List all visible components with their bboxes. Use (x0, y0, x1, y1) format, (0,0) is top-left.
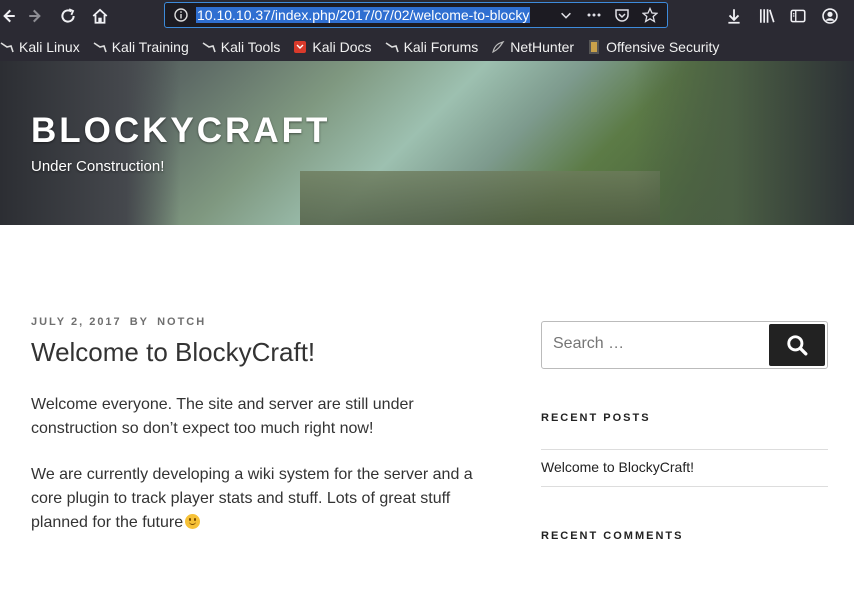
post-paragraph-text: Welcome everyone. The site and server ar… (31, 396, 414, 437)
kali-docs-icon (293, 40, 307, 54)
forward-arrow-icon (29, 9, 41, 23)
kali-dragon-icon (93, 40, 107, 54)
search-icon (787, 335, 808, 356)
reload-icon (61, 8, 75, 23)
bookmark-kali-forums[interactable]: Kali Forums (385, 39, 479, 55)
account-icon (822, 8, 838, 24)
post-paragraph-text: We are currently developing a wiki syste… (31, 466, 473, 531)
bookmark-kali-training[interactable]: Kali Training (93, 39, 189, 55)
search-input[interactable] (553, 335, 753, 353)
bookmark-label: Kali Tools (220, 39, 281, 55)
post-content: Welcome everyone. The site and server ar… (31, 393, 501, 557)
kali-dragon-icon (202, 40, 216, 54)
library-button[interactable] (755, 4, 779, 28)
smiley-emoji-icon (185, 514, 201, 529)
header-image-ground (300, 171, 660, 225)
url-bar[interactable]: 10.10.10.37/index.php/2017/07/02/welcome… (164, 2, 668, 28)
site-header: BLOCKYCRAFT Under Construction! (0, 61, 854, 225)
reload-button[interactable] (56, 4, 80, 28)
search-form (541, 321, 828, 369)
bookmark-offensive-security[interactable]: Offensive Security (587, 39, 719, 55)
nethunter-icon (491, 40, 505, 54)
bookmark-kali-linux[interactable]: Kali Linux (0, 39, 80, 55)
header-image-cliff (634, 61, 854, 225)
site-description: Under Construction! (31, 158, 165, 175)
download-icon (728, 9, 740, 24)
offsec-icon (587, 40, 601, 54)
browser-chrome: 10.10.10.37/index.php/2017/07/02/welcome… (0, 0, 854, 61)
bookmark-kali-tools[interactable]: Kali Tools (202, 39, 281, 55)
sidebar-icon (790, 9, 806, 23)
url-text[interactable]: 10.10.10.37/index.php/2017/07/02/welcome… (196, 7, 531, 23)
bookmark-label: Kali Training (111, 39, 189, 55)
library-icon (759, 9, 775, 23)
page-actions-icon[interactable] (585, 6, 603, 24)
bookmark-kali-docs[interactable]: Kali Docs (293, 39, 372, 55)
recent-posts-heading: RECENT POSTS (541, 412, 651, 424)
search-button[interactable] (769, 324, 825, 366)
site-title[interactable]: BLOCKYCRAFT (31, 111, 330, 151)
post-meta: JULY 2, 2017 BY NOTCH (31, 316, 206, 328)
browser-toolbar: 10.10.10.37/index.php/2017/07/02/welcome… (0, 0, 854, 32)
back-button[interactable] (0, 4, 20, 28)
downloads-button[interactable] (722, 4, 746, 28)
account-button[interactable] (818, 4, 842, 28)
site-info-icon[interactable] (173, 7, 189, 23)
sidebar-button[interactable] (786, 4, 810, 28)
kali-dragon-icon (385, 40, 399, 54)
post-paragraph: We are currently developing a wiki syste… (31, 463, 501, 535)
bookmark-label: Offensive Security (606, 39, 720, 55)
bookmarks-toolbar: Kali Linux Kali Training Kali Tools Kali… (0, 35, 854, 59)
bookmark-label: Kali Forums (403, 39, 479, 55)
bookmark-label: Kali Linux (19, 39, 80, 55)
post-by-label: BY (129, 316, 150, 328)
post-paragraph: Welcome everyone. The site and server ar… (31, 393, 501, 441)
pocket-icon[interactable] (613, 6, 631, 24)
bookmark-label: Kali Docs (312, 39, 372, 55)
home-icon (92, 8, 108, 24)
forward-button[interactable] (24, 4, 48, 28)
bookmark-nethunter[interactable]: NetHunter (491, 39, 574, 55)
back-arrow-icon (3, 9, 15, 23)
post-author[interactable]: NOTCH (157, 316, 206, 328)
recent-comments-heading: RECENT COMMENTS (541, 530, 684, 542)
chevron-down-icon[interactable] (557, 6, 575, 24)
recent-post-link[interactable]: Welcome to BlockyCraft! (541, 459, 694, 475)
home-button[interactable] (88, 4, 112, 28)
divider (541, 449, 828, 450)
kali-dragon-icon (0, 40, 14, 54)
bookmark-star-icon[interactable] (641, 6, 659, 24)
bookmark-label: NetHunter (510, 39, 575, 55)
divider (541, 486, 828, 487)
post-date[interactable]: JULY 2, 2017 (31, 316, 122, 328)
post-title: Welcome to BlockyCraft! (31, 337, 316, 367)
